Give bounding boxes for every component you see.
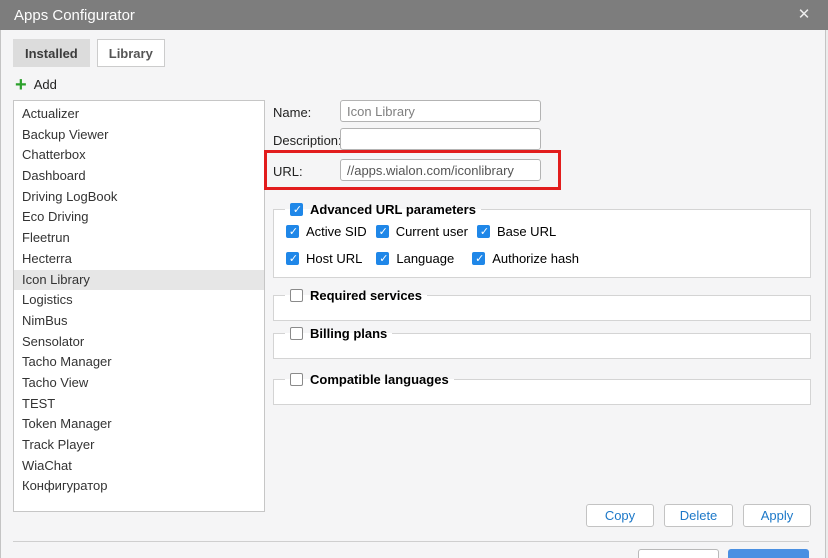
dialog-titlebar: Apps Configurator ✕ bbox=[0, 0, 828, 30]
option-authorize-hash[interactable]: Authorize hash bbox=[472, 251, 579, 266]
apply-button[interactable]: Apply bbox=[743, 504, 811, 527]
billing-plans-label: Billing plans bbox=[310, 326, 387, 341]
authorize-hash-checkbox[interactable] bbox=[472, 252, 485, 265]
dialog-title: Apps Configurator bbox=[14, 7, 135, 24]
required-services-section: Required services bbox=[273, 288, 811, 321]
footer-primary-button-partial[interactable] bbox=[728, 549, 809, 558]
copy-button[interactable]: Copy bbox=[586, 504, 654, 527]
list-item[interactable]: Hecterra bbox=[14, 249, 264, 270]
list-item[interactable]: Tacho Manager bbox=[14, 352, 264, 373]
current-user-checkbox[interactable] bbox=[376, 225, 389, 238]
description-input[interactable] bbox=[340, 128, 541, 150]
tab-bar: Installed Library bbox=[13, 39, 172, 67]
plus-icon: + bbox=[15, 78, 27, 92]
option-language[interactable]: Language bbox=[376, 251, 454, 266]
option-host-url[interactable]: Host URL bbox=[286, 251, 362, 266]
name-label: Name: bbox=[273, 105, 311, 120]
list-item[interactable]: Tacho View bbox=[14, 373, 264, 394]
compatible-languages-checkbox[interactable] bbox=[290, 373, 303, 386]
compatible-languages-label: Compatible languages bbox=[310, 372, 449, 387]
language-checkbox[interactable] bbox=[376, 252, 389, 265]
required-services-checkbox[interactable] bbox=[290, 289, 303, 302]
list-item[interactable]: TEST bbox=[14, 394, 264, 415]
description-label: Description: bbox=[273, 133, 342, 148]
required-services-label: Required services bbox=[310, 288, 422, 303]
billing-plans-checkbox[interactable] bbox=[290, 327, 303, 340]
list-item[interactable]: Chatterbox bbox=[14, 145, 264, 166]
list-item[interactable]: Sensolator bbox=[14, 332, 264, 353]
list-item[interactable]: Eco Driving bbox=[14, 207, 264, 228]
close-icon[interactable]: ✕ bbox=[794, 5, 814, 25]
list-item[interactable]: Logistics bbox=[14, 290, 264, 311]
list-item[interactable]: Track Player bbox=[14, 435, 264, 456]
delete-button[interactable]: Delete bbox=[664, 504, 733, 527]
add-button-label: Add bbox=[34, 77, 57, 92]
list-item[interactable]: Dashboard bbox=[14, 166, 264, 187]
advanced-url-parameters-label: Advanced URL parameters bbox=[310, 202, 476, 217]
tab-installed[interactable]: Installed bbox=[13, 39, 90, 67]
list-item[interactable]: Конфигуратор bbox=[14, 476, 264, 497]
active-sid-checkbox[interactable] bbox=[286, 225, 299, 238]
checkbox-row: Active SID Current user Base URL bbox=[286, 219, 802, 244]
app-list: Actualizer Backup Viewer Chatterbox Dash… bbox=[13, 100, 265, 512]
list-item[interactable]: Fleetrun bbox=[14, 228, 264, 249]
footer-divider bbox=[13, 541, 809, 542]
footer-secondary-button-partial[interactable] bbox=[638, 549, 719, 558]
list-item-selected[interactable]: Icon Library bbox=[14, 270, 264, 291]
option-base-url[interactable]: Base URL bbox=[477, 224, 556, 239]
name-input[interactable] bbox=[340, 100, 541, 122]
checkbox-row: Host URL Language Authorize hash bbox=[286, 246, 802, 271]
option-current-user[interactable]: Current user bbox=[376, 224, 468, 239]
advanced-url-parameters-section: Advanced URL parameters Active SID Curre… bbox=[273, 202, 811, 278]
compatible-languages-section: Compatible languages bbox=[273, 372, 811, 405]
url-input[interactable] bbox=[340, 159, 541, 181]
add-app-button[interactable]: + Add bbox=[15, 77, 57, 92]
list-item[interactable]: Driving LogBook bbox=[14, 187, 264, 208]
list-item[interactable]: Actualizer bbox=[14, 104, 264, 125]
url-label: URL: bbox=[273, 164, 303, 179]
list-item[interactable]: Token Manager bbox=[14, 414, 264, 435]
advanced-url-parameters-checkbox[interactable] bbox=[290, 203, 303, 216]
base-url-checkbox[interactable] bbox=[477, 225, 490, 238]
tab-library[interactable]: Library bbox=[97, 39, 165, 67]
list-item[interactable]: Backup Viewer bbox=[14, 125, 264, 146]
dialog-body: Installed Library + Add Actualizer Backu… bbox=[0, 30, 826, 558]
list-item[interactable]: NimBus bbox=[14, 311, 264, 332]
host-url-checkbox[interactable] bbox=[286, 252, 299, 265]
option-active-sid[interactable]: Active SID bbox=[286, 224, 367, 239]
list-item[interactable]: WiaChat bbox=[14, 456, 264, 477]
billing-plans-section: Billing plans bbox=[273, 326, 811, 359]
